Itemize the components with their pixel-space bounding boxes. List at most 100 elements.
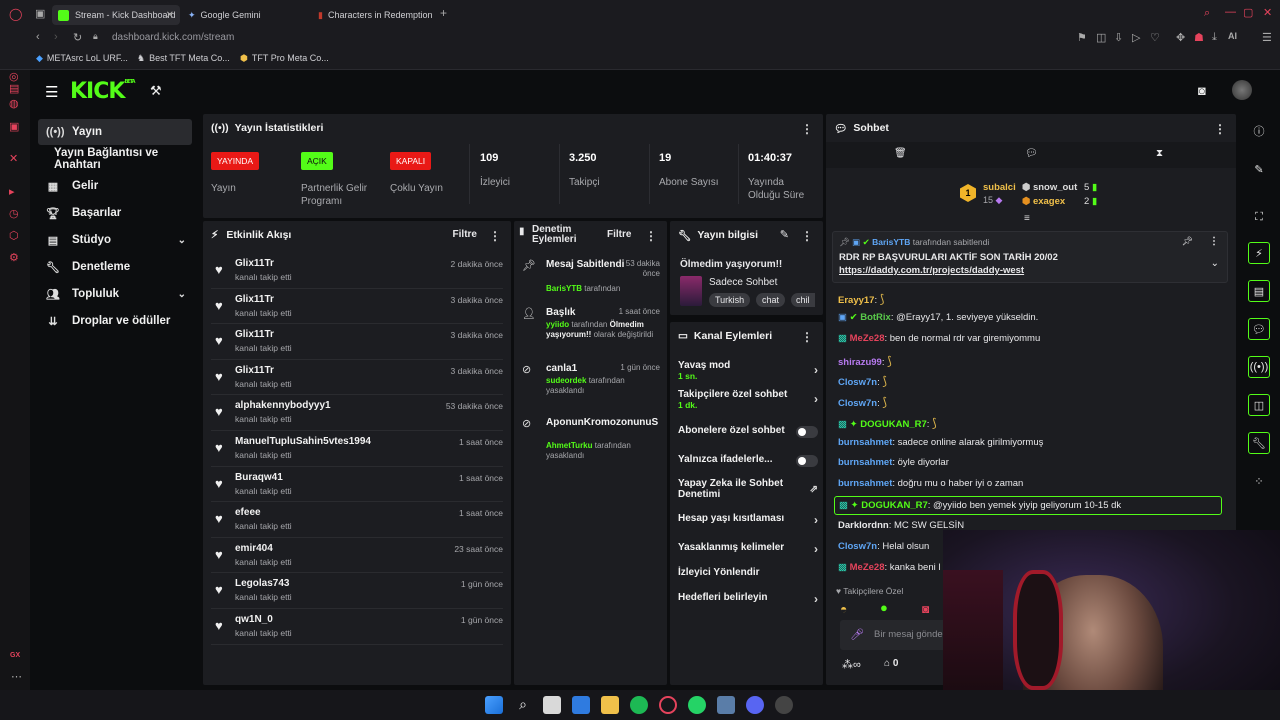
avatar[interactable]: [1232, 80, 1252, 100]
nav-item-achievements[interactable]: 🏆︎ Başarılar: [38, 200, 192, 226]
search-icon[interactable]: ⌕: [1204, 7, 1210, 20]
activity-username[interactable]: Glix11Tr: [235, 329, 274, 340]
close-tab-icon[interactable]: ✕: [166, 10, 174, 21]
actor-name[interactable]: BarisYTB: [546, 284, 582, 293]
minimize-icon[interactable]: —: [1225, 6, 1236, 18]
slow-mode-row[interactable]: Yavaş mod 1 sn. ›: [678, 360, 818, 384]
back-icon[interactable]: ‹: [36, 31, 40, 43]
chat-username[interactable]: MeZe28: [850, 333, 885, 344]
filter-button[interactable]: Filtre: [607, 229, 631, 240]
settings-icon[interactable]: ⚙: [9, 251, 19, 264]
messenger-icon[interactable]: ◍: [9, 97, 19, 110]
forward-icon[interactable]: ›: [54, 31, 58, 43]
activity-username[interactable]: Legolas743: [235, 578, 289, 589]
kick-logo[interactable]: KICKBETA: [70, 79, 136, 104]
account-age-row[interactable]: Hesap yaşı kısıtlaması ›: [678, 513, 818, 529]
toggle-switch[interactable]: [796, 426, 818, 438]
creator-tools-icon[interactable]: ⚒: [150, 83, 162, 99]
opera-gx-icon[interactable]: [659, 696, 677, 714]
activity-username[interactable]: ManuelTupluSahin5vtes1994: [235, 436, 371, 447]
activity-username[interactable]: Glix11Tr: [235, 258, 274, 269]
emotes-only-row[interactable]: Yalnızca ifadelerle...: [678, 454, 818, 470]
extensions-icon[interactable]: ✥: [1176, 31, 1185, 44]
bookmark-item[interactable]: ⬢ TFT Pro Meta Co...: [240, 53, 329, 64]
leaderboard-row[interactable]: ⬢ snow_out: [1022, 182, 1077, 193]
profile-icon[interactable]: ☗: [1194, 31, 1204, 44]
activity-item[interactable]: ♥ ManuelTupluSahin5vtes1994 kanalı takip e…: [211, 431, 503, 467]
activity-item[interactable]: ♥ efeee kanalı takip etti 1 saat önce: [211, 502, 503, 538]
bookmark-page-icon[interactable]: ⚑: [1077, 31, 1087, 44]
more-options-icon[interactable]: ⋮: [645, 229, 657, 243]
obs-icon[interactable]: [775, 696, 793, 714]
category-name[interactable]: Sadece Sohbet: [709, 277, 777, 288]
store-icon[interactable]: [543, 696, 561, 714]
more-options-icon[interactable]: ⋮: [1214, 122, 1226, 136]
heart-icon[interactable]: ♡: [1150, 31, 1160, 44]
activity-item[interactable]: ♥ Glix11Tr kanalı takip etti 3 dakika önce: [211, 289, 503, 325]
activity-username[interactable]: emir404: [235, 543, 273, 554]
apps-icon[interactable]: ⁘: [1248, 470, 1270, 492]
category-thumbnail[interactable]: [680, 276, 702, 306]
edit-pencil-icon[interactable]: ✎: [780, 228, 789, 241]
activity-item[interactable]: ♥ Legolas743 kanalı takip etti 1 gün önce: [211, 573, 503, 609]
bookmark-item[interactable]: ◆ METAsrc LoL URF...: [36, 53, 128, 64]
activity-username[interactable]: Buraqw41: [235, 472, 283, 483]
downloads-icon[interactable]: ⤓: [1212, 31, 1217, 44]
infinity-icon[interactable]: ⁂∞: [842, 658, 861, 671]
goals-row[interactable]: Hedefleri belirleyin ›: [678, 592, 818, 608]
opera-logo-icon[interactable]: ◯: [9, 7, 22, 21]
toggle-switch[interactable]: [796, 455, 818, 467]
spotify-icon[interactable]: [630, 696, 648, 714]
history-icon[interactable]: ◷: [9, 207, 19, 220]
tag[interactable]: chil: [791, 293, 815, 307]
snapshot-icon[interactable]: ◫: [1096, 31, 1106, 44]
chat-username[interactable]: BotRix: [860, 312, 891, 323]
activity-item[interactable]: ♥ Glix11Tr kanalı takip etti 2 dakika önce: [211, 253, 503, 289]
actor-name[interactable]: sudeordek: [546, 376, 586, 385]
nav-item-drops[interactable]: ⇊ Droplar ve ödüller: [38, 308, 192, 334]
nav-item-stream[interactable]: ((•)) Yayın: [38, 119, 192, 145]
x-twitter-icon[interactable]: ✕: [9, 152, 18, 165]
activity-item[interactable]: ♥ Glix11Tr kanalı takip etti 3 dakika önce: [211, 324, 503, 360]
leaderboard-name[interactable]: subalci: [983, 182, 1016, 193]
pinned-link[interactable]: https://daddy.com.tr/projects/daddy-west: [839, 265, 1024, 276]
whatsapp-icon[interactable]: [688, 696, 706, 714]
more-options-icon[interactable]: ⋮: [801, 229, 813, 243]
emote-quick-icon[interactable]: ●: [880, 600, 888, 615]
leaderboard-row[interactable]: ⬢ exagex: [1022, 196, 1065, 207]
actor-name[interactable]: yyiido: [546, 320, 569, 329]
pinned-user[interactable]: BarisYTB: [872, 237, 910, 247]
more-icon[interactable]: ⋯: [11, 670, 22, 683]
chat-username[interactable]: Erayy17: [838, 295, 874, 306]
chat-username[interactable]: DOGUKAN_R7: [861, 500, 928, 511]
nav-item-revenue[interactable]: ▦ Gelir: [38, 173, 192, 199]
more-options-icon[interactable]: ⋮: [801, 122, 813, 136]
nav-item-moderation[interactable]: 🔧︎ Denetleme: [38, 254, 192, 280]
more-options-icon[interactable]: ⋮: [801, 330, 813, 344]
ai-moderation-row[interactable]: Yapay Zeka ile Sohbet Denetimi ⇗: [678, 478, 818, 504]
hourglass-icon[interactable]: ⧗: [1156, 148, 1163, 159]
tab-characters-redemption[interactable]: ▮ Characters in Redemption: [312, 5, 434, 25]
tab-kick-dashboard[interactable]: Stream - Kick Dashboard ✕: [52, 5, 180, 25]
actor-name[interactable]: AhmetTurku: [546, 441, 593, 450]
search-icon[interactable]: ⌕: [514, 696, 532, 714]
chat-username[interactable]: burnsahmet: [838, 437, 892, 448]
bookmark-item[interactable]: ♞ Best TFT Meta Co...: [137, 53, 230, 64]
activity-username[interactable]: qw1N_0: [235, 614, 273, 625]
outlook-icon[interactable]: [572, 696, 590, 714]
ai-button[interactable]: AI: [1228, 31, 1237, 41]
document-icon[interactable]: ▤: [1248, 280, 1270, 302]
subscribers-only-row[interactable]: Abonelere özel sohbet: [678, 425, 818, 441]
emote-quick-icon[interactable]: ◓: [840, 602, 847, 616]
url-field[interactable]: dashboard.kick.com/stream: [112, 32, 234, 43]
app-icon[interactable]: [717, 696, 735, 714]
info-icon[interactable]: ⓘ: [1248, 120, 1270, 142]
layout-icon[interactable]: ◫: [1248, 394, 1270, 416]
chat-icon[interactable]: 💬︎: [1248, 318, 1270, 340]
twitch-icon[interactable]: ▤: [9, 82, 19, 95]
more-options-icon[interactable]: ⋮: [489, 229, 501, 243]
chat-username[interactable]: Closw7n: [838, 398, 877, 409]
activity-username[interactable]: Glix11Tr: [235, 294, 274, 305]
chat-username[interactable]: shirazu99: [838, 357, 882, 368]
chat-username[interactable]: DOGUKAN_R7: [860, 419, 927, 430]
